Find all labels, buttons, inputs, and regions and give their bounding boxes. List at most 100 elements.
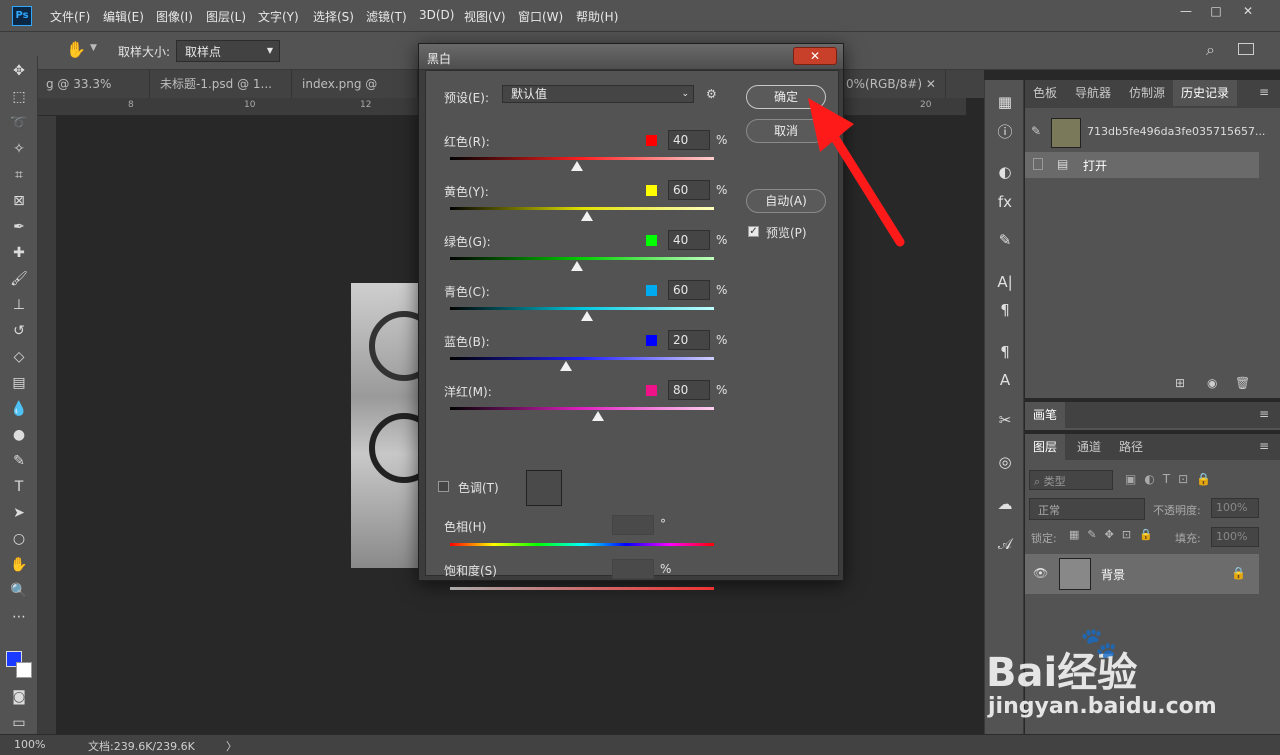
info-icon[interactable]: ⓘ bbox=[995, 122, 1015, 142]
glyphs-icon[interactable]: 𝒜 bbox=[995, 534, 1015, 554]
eyedropper-icon[interactable]: ✒ bbox=[8, 216, 30, 238]
workspace-icon[interactable] bbox=[1238, 43, 1254, 55]
opacity-input[interactable]: 100% bbox=[1211, 498, 1259, 518]
cube-icon[interactable]: ▦ bbox=[995, 92, 1015, 112]
lasso-tool-icon[interactable]: ➰ bbox=[8, 112, 30, 134]
green-value-input[interactable]: 40 bbox=[668, 230, 710, 250]
brush-tool-icon[interactable]: 🖌 bbox=[8, 268, 30, 290]
move-tool-icon[interactable]: ✥ bbox=[8, 60, 30, 82]
brush-settings-icon[interactable]: ✎ bbox=[995, 230, 1015, 250]
state-checkbox[interactable] bbox=[1033, 158, 1043, 170]
new-document-icon[interactable]: ⊞ bbox=[1175, 376, 1185, 390]
zoom-level[interactable]: 100% bbox=[14, 738, 45, 751]
dialog-close-button[interactable]: ✕ bbox=[793, 47, 837, 65]
quick-mask-icon[interactable]: ◙ bbox=[8, 686, 30, 708]
magic-wand-icon[interactable]: ✧ bbox=[8, 138, 30, 160]
panel-menu-icon[interactable]: ≡ bbox=[1259, 85, 1269, 99]
minimize-button[interactable]: — bbox=[1172, 4, 1200, 20]
eye-icon[interactable]: 👁 bbox=[1033, 566, 1048, 580]
paragraph-styles-icon[interactable]: ¶ bbox=[995, 342, 1015, 362]
healing-brush-icon[interactable]: ✚ bbox=[8, 242, 30, 264]
pen-tool-icon[interactable]: ✎ bbox=[8, 450, 30, 472]
camera-icon[interactable]: ◉ bbox=[1207, 376, 1217, 390]
menu-layer[interactable]: 图层(L) bbox=[206, 8, 246, 25]
blur-icon[interactable]: 💧 bbox=[8, 398, 30, 420]
tint-color-swatch[interactable] bbox=[526, 470, 562, 506]
libraries-icon[interactable]: ◎ bbox=[995, 452, 1015, 472]
gradient-icon[interactable]: ▤ bbox=[8, 372, 30, 394]
trash-icon[interactable]: 🗑 bbox=[1235, 376, 1250, 390]
panel-menu-icon[interactable]: ≡ bbox=[1259, 439, 1269, 453]
chevron-down-icon[interactable]: ▼ bbox=[90, 43, 97, 53]
status-arrow[interactable]: 〉 bbox=[226, 738, 237, 754]
menu-3d[interactable]: 3D(D) bbox=[419, 8, 454, 22]
screen-mode-icon[interactable]: ▭ bbox=[8, 712, 30, 734]
tools-preset-icon[interactable]: ✂ bbox=[995, 410, 1015, 430]
cloud-icon[interactable]: ☁ bbox=[995, 494, 1015, 514]
layer-filter-select[interactable]: ⌕ 类型 bbox=[1029, 470, 1113, 490]
cyan-value-input[interactable]: 60 bbox=[668, 280, 710, 300]
menu-filter[interactable]: 滤镜(T) bbox=[366, 8, 407, 25]
tab-swatches[interactable]: 色板 bbox=[1025, 80, 1065, 106]
red-value-input[interactable]: 40 bbox=[668, 130, 710, 150]
history-snapshot[interactable]: ✎ 713db5fe496da3fe035715657... bbox=[1025, 116, 1280, 150]
maximize-button[interactable]: □ bbox=[1202, 4, 1230, 20]
menu-image[interactable]: 图像(I) bbox=[156, 8, 193, 25]
menu-help[interactable]: 帮助(H) bbox=[576, 8, 618, 25]
crop-tool-icon[interactable]: ⌗ bbox=[8, 164, 30, 186]
tab-doc-3[interactable]: index.png @ 100... ✕ bbox=[294, 70, 418, 119]
more-tools-icon[interactable]: ⋯ bbox=[8, 606, 30, 628]
ellipse-tool-icon[interactable]: ○ bbox=[8, 528, 30, 550]
preset-gear-icon[interactable]: ⚙ bbox=[706, 87, 717, 101]
yellow-value-input[interactable]: 60 bbox=[668, 180, 710, 200]
eraser-icon[interactable]: ◇ bbox=[8, 346, 30, 368]
fill-input[interactable]: 100% bbox=[1211, 527, 1259, 547]
frame-tool-icon[interactable]: ⊠ bbox=[8, 190, 30, 212]
hand-icon[interactable]: ✋ bbox=[8, 554, 30, 576]
menu-file[interactable]: 文件(F) bbox=[50, 8, 90, 25]
tint-checkbox[interactable] bbox=[438, 481, 449, 492]
layer-row-background[interactable]: 👁 背景 🔒 bbox=[1025, 554, 1259, 594]
cyan-slider-thumb[interactable] bbox=[581, 311, 594, 321]
adjustments-icon[interactable]: ◐ bbox=[995, 162, 1015, 182]
search-icon[interactable]: ⌕ bbox=[1206, 40, 1215, 60]
tab-clone-source[interactable]: 仿制源 bbox=[1121, 80, 1173, 106]
red-slider-thumb[interactable] bbox=[570, 161, 583, 171]
preset-select[interactable]: 默认值 ⌄ bbox=[502, 85, 694, 103]
green-slider-thumb[interactable] bbox=[570, 261, 583, 271]
menu-select[interactable]: 选择(S) bbox=[313, 8, 354, 25]
path-select-icon[interactable]: ➤ bbox=[8, 502, 30, 524]
menu-view[interactable]: 视图(V) bbox=[464, 8, 506, 25]
sample-size-select[interactable]: 取样点 ▼ bbox=[176, 40, 280, 62]
panel-menu-icon[interactable]: ≡ bbox=[1259, 407, 1269, 421]
character-icon[interactable]: A| bbox=[995, 272, 1015, 292]
marquee-tool-icon[interactable]: ⬚ bbox=[8, 86, 30, 108]
yellow-slider-thumb[interactable] bbox=[581, 211, 594, 221]
blend-mode-select[interactable]: 正常 bbox=[1029, 498, 1145, 520]
paragraph-icon[interactable]: ¶ bbox=[995, 300, 1015, 320]
tab-channels[interactable]: 通道 bbox=[1069, 434, 1109, 460]
zoom-icon[interactable]: 🔍 bbox=[8, 580, 30, 602]
tab-paths[interactable]: 路径 bbox=[1111, 434, 1151, 460]
dialog-titlebar[interactable]: 黑白 ✕ bbox=[419, 44, 843, 70]
menu-type[interactable]: 文字(Y) bbox=[258, 8, 299, 25]
blue-value-input[interactable]: 20 bbox=[668, 330, 710, 350]
menu-edit[interactable]: 编辑(E) bbox=[103, 8, 144, 25]
background-color[interactable] bbox=[16, 662, 32, 678]
tab-brush[interactable]: 画笔 bbox=[1025, 402, 1066, 428]
magenta-slider-thumb[interactable] bbox=[591, 411, 604, 421]
tab-navigator[interactable]: 导航器 bbox=[1067, 80, 1119, 106]
history-state-open[interactable]: ▤ 打开 bbox=[1025, 152, 1259, 178]
fx-icon[interactable]: fx bbox=[995, 192, 1015, 212]
close-window-button[interactable]: ✕ bbox=[1234, 4, 1262, 20]
hand-tool-icon[interactable]: ✋ bbox=[66, 40, 86, 59]
tab-doc-1[interactable]: g @ 33.3%(RG... ✕ bbox=[38, 70, 150, 119]
filter-icons[interactable]: ▣◐T⊡🔒 bbox=[1125, 472, 1219, 486]
lock-icons[interactable]: ▦✎✥⊡🔒 bbox=[1069, 528, 1161, 541]
tab-layers[interactable]: 图层 bbox=[1025, 434, 1066, 460]
history-brush-icon[interactable]: ↺ bbox=[8, 320, 30, 342]
clone-stamp-icon[interactable]: ⊥ bbox=[8, 294, 30, 316]
tab-doc-2[interactable]: 未标题-1.psd @ 1... ✕ bbox=[152, 70, 292, 119]
preview-checkbox[interactable]: ✓ bbox=[748, 226, 759, 237]
character-styles-icon[interactable]: A bbox=[995, 370, 1015, 390]
